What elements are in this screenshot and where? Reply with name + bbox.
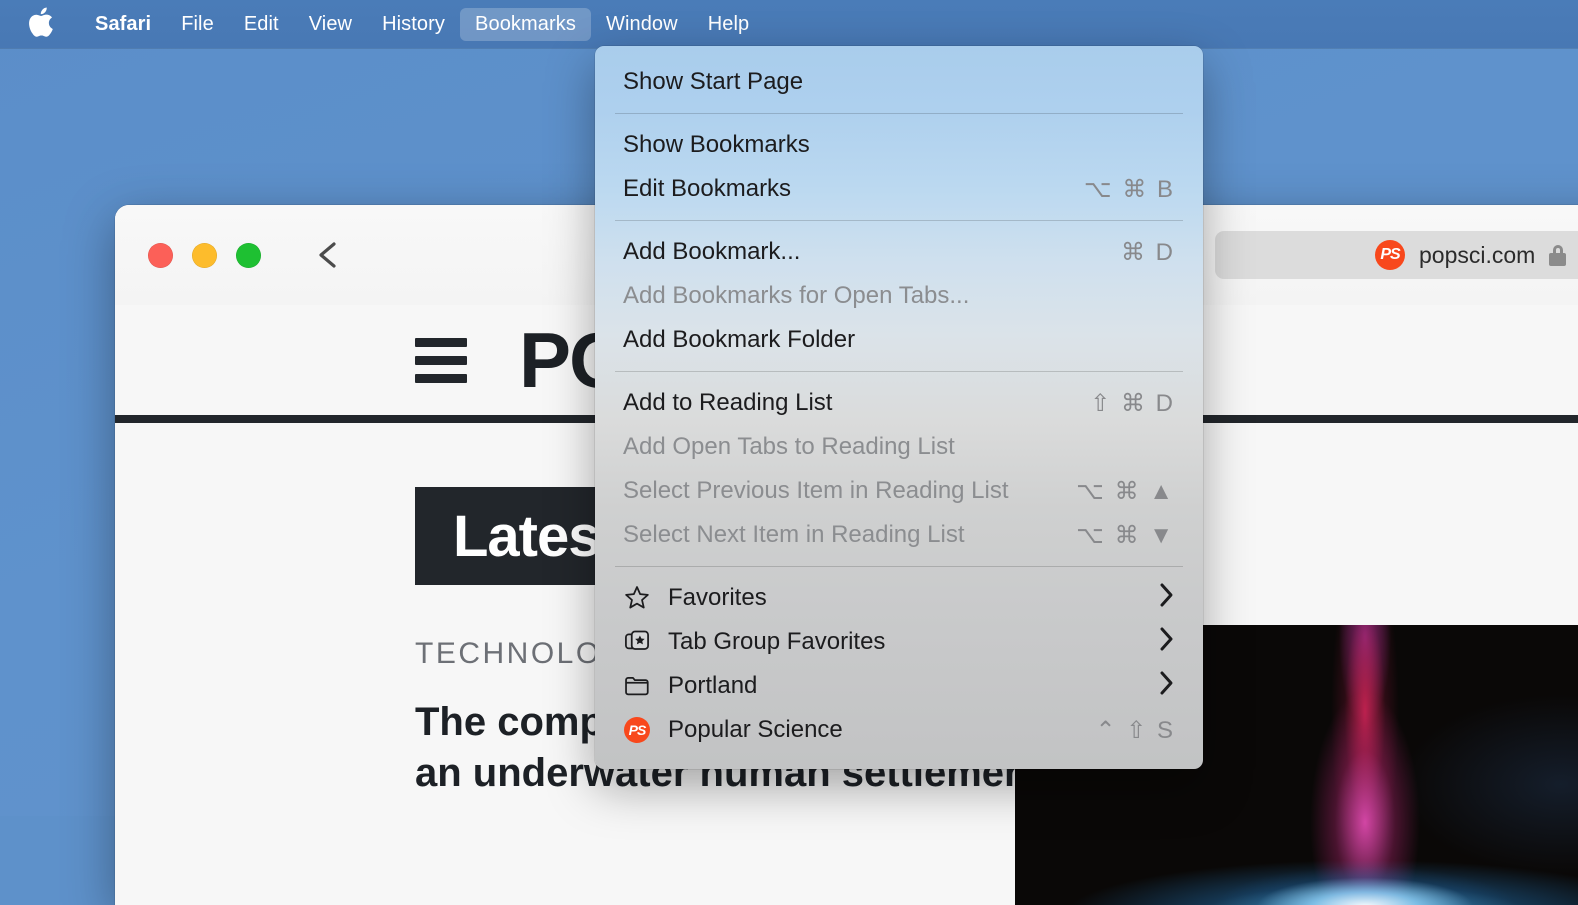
- menu-item-label: Show Bookmarks: [623, 131, 810, 159]
- close-button[interactable]: [148, 243, 173, 268]
- menu-item-label: Tab Group Favorites: [668, 628, 885, 656]
- menu-item-add-open-tabs-to-reading-list: Add Open Tabs to Reading List: [595, 425, 1203, 469]
- menu-separator: [615, 113, 1183, 114]
- menu-item-add-to-reading-list[interactable]: Add to Reading List ⇧ ⌘ D: [595, 381, 1203, 425]
- chevron-left-icon: [315, 240, 341, 270]
- window-controls: [148, 243, 261, 268]
- menu-item-label: Select Previous Item in Reading List: [623, 477, 1009, 505]
- menubar-item-file[interactable]: File: [166, 8, 229, 41]
- menu-item-label: Add Bookmarks for Open Tabs...: [623, 282, 969, 310]
- menu-item-show-bookmarks[interactable]: Show Bookmarks: [595, 123, 1203, 167]
- menu-item-show-start-page[interactable]: Show Start Page: [595, 60, 1203, 104]
- menu-item-label: Favorites: [668, 584, 767, 612]
- menu-item-shortcut: ⇧ ⌘ D: [1090, 389, 1175, 418]
- menu-item-add-bookmark[interactable]: Add Bookmark... ⌘ D: [595, 230, 1203, 274]
- chevron-right-icon: [1159, 582, 1175, 615]
- menu-item-label: Portland: [668, 672, 757, 700]
- menu-item-label: Select Next Item in Reading List: [623, 521, 965, 549]
- menu-separator: [615, 566, 1183, 567]
- menu-item-label: Add Bookmark Folder: [623, 326, 855, 354]
- popsci-favicon: PS: [1375, 240, 1405, 270]
- menu-item-label: Show Start Page: [623, 68, 803, 96]
- minimize-button[interactable]: [192, 243, 217, 268]
- menubar-item-help[interactable]: Help: [693, 8, 765, 41]
- zoom-button[interactable]: [236, 243, 261, 268]
- chevron-right-icon: [1159, 626, 1175, 659]
- menubar-item-safari[interactable]: Safari: [80, 8, 166, 41]
- star-icon: [622, 583, 652, 613]
- section-band-label: Latest: [453, 503, 618, 570]
- menu-item-add-bookmarks-for-open-tabs: Add Bookmarks for Open Tabs...: [595, 274, 1203, 318]
- menu-item-label: Popular Science: [668, 716, 843, 744]
- menubar-item-bookmarks[interactable]: Bookmarks: [460, 8, 591, 41]
- menu-item-select-previous-item-in-reading-list: Select Previous Item in Reading List ⌥ ⌘ …: [595, 469, 1203, 513]
- menu-item-label: Edit Bookmarks: [623, 175, 791, 203]
- hamburger-menu-icon[interactable]: [415, 338, 467, 383]
- menu-item-shortcut: ⌃ ⇧ S: [1095, 716, 1175, 745]
- menubar-item-edit[interactable]: Edit: [229, 8, 294, 41]
- menu-item-tab-group-favorites[interactable]: Tab Group Favorites: [595, 620, 1203, 664]
- menu-item-label: Add to Reading List: [623, 389, 832, 417]
- menu-item-favorites[interactable]: Favorites: [595, 576, 1203, 620]
- menu-item-portland[interactable]: Portland: [595, 664, 1203, 708]
- menubar-item-history[interactable]: History: [367, 8, 460, 41]
- tab-group-icon: [622, 627, 652, 657]
- menu-item-edit-bookmarks[interactable]: Edit Bookmarks ⌥ ⌘ B: [595, 167, 1203, 211]
- macos-menubar: SafariFileEditViewHistoryBookmarksWindow…: [0, 0, 1578, 48]
- address-bar-url: popsci.com: [1419, 242, 1535, 269]
- menu-separator: [615, 371, 1183, 372]
- address-bar[interactable]: PS popsci.com: [1215, 231, 1578, 279]
- apple-logo-icon[interactable]: [28, 7, 54, 38]
- menu-item-select-next-item-in-reading-list: Select Next Item in Reading List ⌥ ⌘ ▼: [595, 513, 1203, 557]
- menu-item-shortcut: ⌘ D: [1121, 238, 1175, 267]
- back-button[interactable]: [311, 238, 345, 272]
- menu-item-popular-science[interactable]: PS Popular Science ⌃ ⇧ S: [595, 708, 1203, 752]
- menu-item-label: Add Open Tabs to Reading List: [623, 433, 955, 461]
- menu-item-label: Add Bookmark...: [623, 238, 800, 266]
- menu-separator: [615, 220, 1183, 221]
- menu-item-shortcut: ⌥ ⌘ B: [1084, 175, 1175, 204]
- menu-item-shortcut: ⌥ ⌘ ▲: [1076, 477, 1175, 506]
- menubar-item-view[interactable]: View: [294, 8, 367, 41]
- chevron-right-icon: [1159, 670, 1175, 703]
- lock-icon: [1549, 245, 1566, 266]
- menu-item-add-bookmark-folder[interactable]: Add Bookmark Folder: [595, 318, 1203, 362]
- menu-item-shortcut: ⌥ ⌘ ▼: [1076, 521, 1175, 550]
- menubar-item-window[interactable]: Window: [591, 8, 693, 41]
- popsci-favicon: PS: [622, 715, 652, 745]
- popsci-favicon: PS: [624, 717, 650, 743]
- bookmarks-dropdown-menu[interactable]: Show Start Page Show Bookmarks Edit Bookma…: [595, 46, 1203, 769]
- folder-icon: [622, 671, 652, 701]
